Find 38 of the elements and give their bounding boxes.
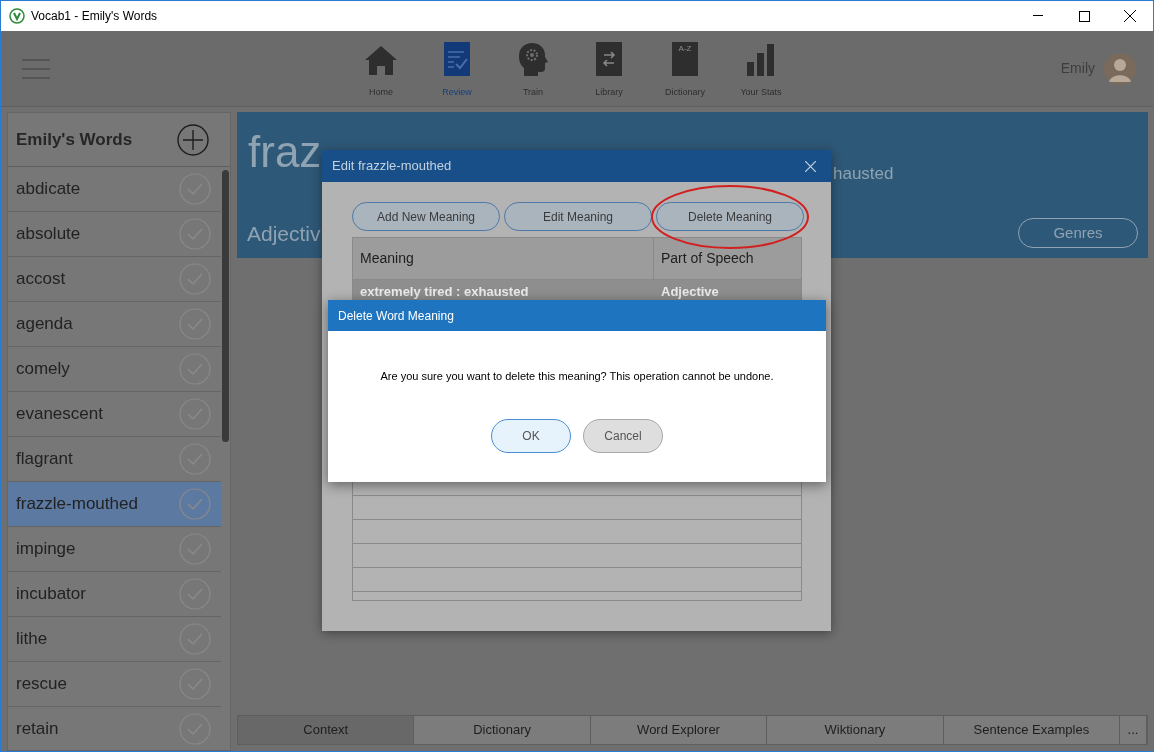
book-arrows-icon [596,41,622,76]
word-definition: hausted [833,163,894,185]
word-title: fraz [248,130,322,174]
meaning-button[interactable]: Edit Meaning [504,202,652,231]
house-icon [364,43,398,76]
dialog-button[interactable]: Cancel [583,418,663,453]
nav-item[interactable]: Your Stats [723,31,799,106]
nav-item[interactable]: Train [495,31,571,106]
column-header[interactable]: Part of Speech [654,238,801,279]
bar-chart-icon [747,43,775,76]
close-icon[interactable] [805,160,816,172]
avatar-icon[interactable] [1104,51,1136,86]
word-list-item[interactable]: frazzle-mouthed [8,482,221,527]
window-title: Vocab1 - Emily's Words [31,8,158,25]
list-title: Emily's Words [16,128,133,151]
meaning-button[interactable]: Add New Meaning [352,202,500,231]
bottom-tab[interactable]: Context [238,716,415,744]
table-cell-text: Adjective [660,283,720,301]
table-cell-text: extremely tired : exhausted [359,283,530,301]
checklist-icon [444,41,470,76]
nav-item[interactable]: Review [419,31,495,106]
scrollbar-thumb[interactable] [222,170,229,442]
confirm-message: Are you sure you want to delete this meaning? This operation cannot be undone. [380,369,774,384]
check-circle-icon[interactable] [179,488,211,520]
part-of-speech: Adjectiv [247,221,321,247]
maximize-icon [1078,10,1090,22]
dialog-button[interactable]: OK [491,418,571,453]
dialog-title: Delete Word Meaning [338,307,454,325]
head-gear-icon [518,41,548,76]
column-header[interactable]: Meaning [353,238,654,279]
meaning-button[interactable]: Delete Meaning [656,202,804,231]
dialog-title: Edit frazzle-mouthed [332,157,452,176]
close-icon [1124,10,1136,22]
nav-item[interactable]: Library [571,31,647,106]
app-logo-icon [9,8,25,24]
add-icon[interactable] [177,123,209,156]
minimize-icon [1033,15,1043,17]
dictionary-book-icon: A-Z [672,41,698,76]
